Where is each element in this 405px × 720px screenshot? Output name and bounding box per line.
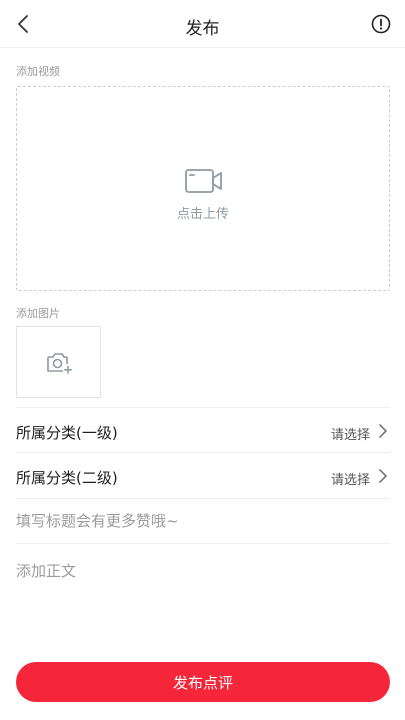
video-upload-area[interactable]: 点击上传 [16,86,390,291]
chevron-right-icon [379,424,387,438]
page-title: 发布 [185,19,220,39]
video-section-label: 添加视频 [16,65,60,78]
upload-text: 点击上传 [176,207,229,222]
publish-review-button[interactable]: 发布点评 [16,662,390,702]
image-section-label: 添加图片 [16,307,60,320]
title-input[interactable] [16,498,390,544]
category-level1-value: 请选择 [330,428,370,443]
category-level1-row[interactable]: 所属分类(一级) 请选择 [16,407,390,452]
image-upload-button[interactable] [16,326,101,398]
category-level2-value: 请选择 [330,473,370,488]
exclamation-circle-icon[interactable] [371,14,391,34]
video-camera-icon [185,169,222,193]
chevron-right-icon [379,469,387,483]
header-bar: 发布 [0,0,405,48]
camera-add-icon [47,353,73,374]
category-level2-row[interactable]: 所属分类(二级) 请选择 [16,452,390,497]
category-level1-label: 所属分类(一级) [16,424,118,442]
category-level2-label: 所属分类(二级) [16,469,118,487]
body-input[interactable] [16,550,390,640]
